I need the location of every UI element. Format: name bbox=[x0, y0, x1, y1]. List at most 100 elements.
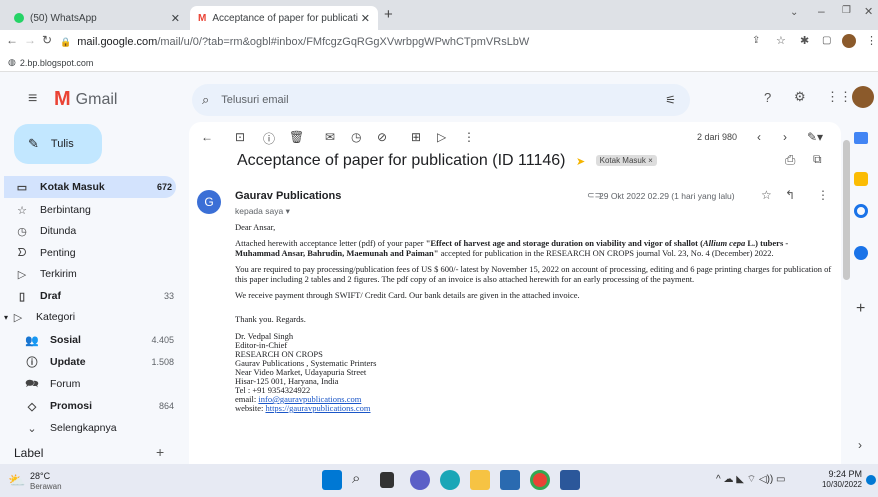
add-addon-icon[interactable]: + bbox=[856, 300, 865, 318]
taskbar-search-icon[interactable]: ⌕ bbox=[352, 470, 360, 487]
compose-button[interactable]: ✎ Tulis bbox=[14, 124, 102, 164]
open-new-window-icon[interactable]: ⧉ bbox=[813, 152, 822, 167]
file-explorer-icon[interactable] bbox=[470, 470, 490, 490]
back-to-inbox-icon[interactable]: ← bbox=[201, 130, 213, 144]
sidebar-item-categories[interactable]: ▾ ▷ Kategori bbox=[4, 306, 164, 328]
store-icon[interactable] bbox=[500, 470, 520, 490]
close-tab-icon[interactable]: ✕ bbox=[361, 12, 370, 25]
keep-icon[interactable] bbox=[854, 172, 868, 186]
delete-icon[interactable]: 🗑 bbox=[289, 130, 304, 144]
inbox-label-chip[interactable]: Kotak Masuk × bbox=[595, 155, 657, 167]
weather-text[interactable]: Berawan bbox=[30, 482, 62, 491]
menu-icon[interactable]: ⋮ bbox=[866, 34, 877, 47]
search-options-icon[interactable]: ⚟ bbox=[665, 93, 676, 107]
url-bar[interactable]: 🔒 mail.google.com /mail/u/0/?tab=rm&ogbl… bbox=[60, 32, 800, 52]
close-window-button[interactable]: ✕ bbox=[864, 5, 873, 18]
report-spam-icon[interactable]: ⓘ bbox=[263, 130, 275, 147]
email-date: 29 Okt 2022 02.29 (1 hari yang lalu) bbox=[599, 191, 735, 201]
tab-search-icon[interactable]: ⌄ bbox=[790, 7, 798, 18]
clock-time[interactable]: 9:24 PM bbox=[822, 469, 862, 479]
contacts-icon[interactable] bbox=[854, 246, 868, 260]
sidebar-item-forums[interactable]: 🗪 Forum bbox=[24, 373, 174, 395]
calendar-icon[interactable] bbox=[854, 132, 868, 144]
tab-gmail-active[interactable]: M Acceptance of paper for publicati ✕ bbox=[190, 6, 378, 30]
species-name: Allium cepa bbox=[702, 238, 746, 248]
edge-browser-icon[interactable] bbox=[440, 470, 460, 490]
sidebar-item-more[interactable]: ⌄ Selengkapnya bbox=[24, 417, 174, 439]
archive-icon[interactable]: ⊡ bbox=[235, 130, 245, 144]
website-link[interactable]: https://gauravpublications.com bbox=[265, 403, 370, 413]
more-actions-icon[interactable]: ⋮ bbox=[463, 130, 475, 144]
tab-whatsapp[interactable]: (50) WhatsApp ✕ bbox=[6, 6, 188, 30]
older-chevron-icon[interactable]: › bbox=[783, 130, 787, 144]
people-icon: 👥 bbox=[25, 334, 39, 347]
bookmark-star-icon[interactable]: ☆ bbox=[776, 34, 786, 47]
sidebar-item-label: Kotak Masuk bbox=[40, 181, 105, 193]
important-marker-icon[interactable]: ➤ bbox=[576, 156, 585, 168]
star-icon[interactable]: ☆ bbox=[761, 188, 772, 202]
help-icon[interactable]: ? bbox=[764, 90, 771, 105]
forward-icon[interactable]: → bbox=[24, 33, 36, 47]
start-windows-icon[interactable] bbox=[322, 470, 342, 490]
sidebar-item-snoozed[interactable]: ◷ Ditunda bbox=[14, 220, 174, 242]
sidebar-item-label: Draf bbox=[40, 290, 62, 302]
snooze-icon[interactable]: ◷ bbox=[351, 130, 361, 144]
clock-date[interactable]: 10/30/2022 bbox=[816, 480, 862, 489]
tasks-icon[interactable] bbox=[854, 204, 868, 218]
sidebar-item-label: Berbintang bbox=[40, 204, 91, 216]
mark-unread-icon[interactable]: ✉ bbox=[325, 130, 335, 144]
weather-temp[interactable]: 28°C bbox=[30, 471, 50, 481]
main-menu-icon[interactable]: ≡ bbox=[28, 90, 37, 108]
close-tab-icon[interactable]: ✕ bbox=[171, 12, 180, 25]
profile-avatar[interactable] bbox=[842, 34, 856, 48]
reply-icon[interactable]: ↰ bbox=[785, 188, 795, 202]
system-tray-icons[interactable]: ^ ☁ ◣ ⌔ ◁)) ▭ bbox=[716, 473, 785, 486]
input-tools-icon[interactable]: ✎▾ bbox=[807, 130, 823, 144]
word-icon[interactable] bbox=[560, 470, 580, 490]
sidebar-item-sent[interactable]: ▷ Terkirim bbox=[14, 263, 174, 285]
new-tab-button[interactable]: + bbox=[384, 6, 393, 23]
recipient-details[interactable]: kepada saya ▾ bbox=[235, 206, 290, 217]
apps-grid-icon[interactable]: ⋮⋮ bbox=[826, 89, 852, 105]
signature: Dr. Vedpal Singh Editor-in-Chief RESEARC… bbox=[235, 332, 835, 413]
body-paragraph-2: You are required to pay processing/publi… bbox=[235, 264, 832, 284]
sidebar-item-label: Update bbox=[50, 356, 86, 368]
chat-icon[interactable] bbox=[410, 470, 430, 490]
reload-icon[interactable]: ↻ bbox=[42, 33, 52, 47]
account-avatar[interactable] bbox=[852, 86, 874, 108]
sidebar-item-drafts[interactable]: ▯ Draf 33 bbox=[14, 285, 174, 307]
search-bar[interactable]: ⌕ Telusuri email ⚟ bbox=[192, 84, 690, 116]
sidebar-item-promotions[interactable]: ◇ Promosi 864 bbox=[24, 395, 174, 417]
windows-taskbar: ⛅ 28°C Berawan ⌕ ^ ☁ ◣ ⌔ ◁)) ▭ 9:24 PM 1… bbox=[0, 464, 878, 497]
sidebar-item-social[interactable]: 👥 Sosial 4.405 bbox=[24, 329, 174, 351]
label-as-icon[interactable]: ▷ bbox=[437, 130, 446, 144]
back-icon[interactable]: ← bbox=[6, 33, 18, 47]
print-icon[interactable]: ⎙ bbox=[785, 152, 795, 168]
move-to-icon[interactable]: ⊞ bbox=[411, 130, 421, 144]
chrome-icon[interactable] bbox=[530, 470, 550, 490]
minimize-button[interactable]: – bbox=[818, 4, 825, 18]
restore-button[interactable]: ❐ bbox=[842, 5, 851, 16]
sender-name[interactable]: Gaurav Publications bbox=[235, 190, 341, 202]
search-icon[interactable]: ⌕ bbox=[202, 92, 209, 108]
task-view-icon[interactable] bbox=[380, 472, 394, 488]
search-input[interactable]: Telusuri email bbox=[221, 94, 288, 106]
sidebar-item-inbox[interactable]: ▭ Kotak Masuk 672 bbox=[4, 176, 176, 198]
sidebar-item-starred[interactable]: ☆ Berbintang bbox=[14, 199, 174, 221]
settings-gear-icon[interactable]: ⚙ bbox=[794, 89, 806, 105]
sidebar-item-important[interactable]: ᗤ Penting bbox=[14, 242, 174, 264]
share-icon[interactable]: ⇪ bbox=[752, 35, 760, 46]
sidebar-item-updates[interactable]: ⓘ Update 1.508 bbox=[24, 351, 175, 373]
email-body: Dear Ansar, Attached herewith acceptance… bbox=[235, 222, 835, 413]
extensions-icon[interactable]: ✱ bbox=[800, 34, 809, 47]
unread-count: 864 bbox=[158, 401, 174, 411]
sidepanel-icon[interactable]: ▢ bbox=[822, 35, 831, 46]
gmail-logo[interactable]: M Gmail bbox=[54, 88, 117, 111]
add-task-icon[interactable]: ⊘ bbox=[377, 130, 387, 144]
sig-line: Editor-in-Chief bbox=[235, 340, 288, 350]
notification-badge[interactable] bbox=[866, 475, 876, 485]
expand-panel-chevron-icon[interactable]: › bbox=[858, 438, 862, 452]
add-label-icon[interactable]: + bbox=[156, 444, 164, 460]
newer-chevron-icon[interactable]: ‹ bbox=[757, 130, 761, 144]
more-options-icon[interactable]: ⋮ bbox=[817, 188, 829, 202]
